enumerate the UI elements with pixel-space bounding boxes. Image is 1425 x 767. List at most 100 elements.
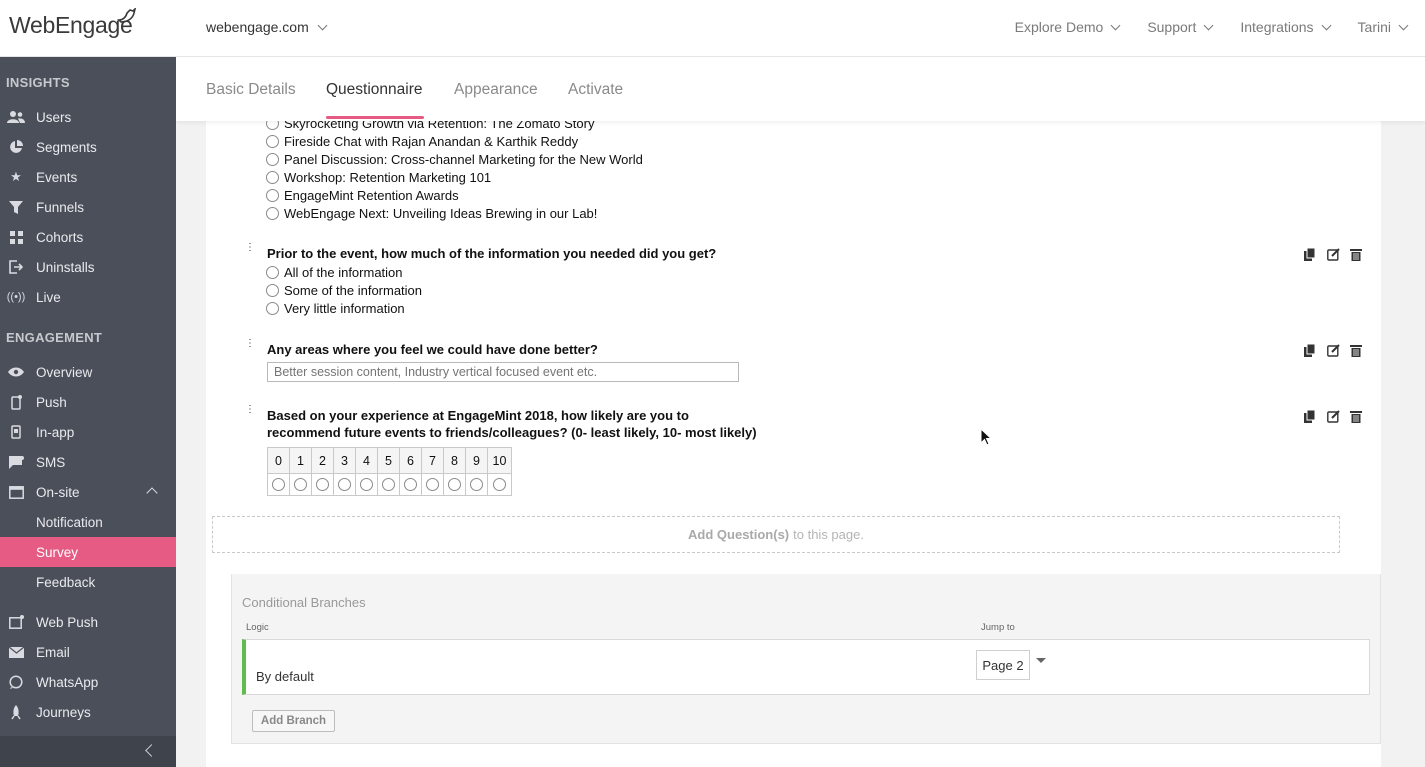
drag-handle-icon[interactable]: ⋮ xyxy=(245,339,255,355)
sidebar-item-journeys[interactable]: Journeys xyxy=(0,697,176,727)
sidebar-item-label: Notification xyxy=(36,514,103,530)
copy-icon[interactable] xyxy=(1303,409,1317,423)
radio-button[interactable] xyxy=(266,301,279,315)
insights-section-title: INSIGHTS xyxy=(6,75,70,90)
option-label: Very little information xyxy=(284,300,405,316)
sidebar-item-whatsapp[interactable]: WhatsApp xyxy=(0,667,176,697)
sidebar-item-overview[interactable]: Overview xyxy=(0,357,176,387)
sidebar-item-label: Funnels xyxy=(36,199,85,215)
sidebar-item-in-app[interactable]: In-app xyxy=(0,417,176,447)
chevron-down-icon xyxy=(317,20,328,30)
user-menu[interactable]: Tarini xyxy=(1358,19,1409,35)
radio-button[interactable] xyxy=(470,478,483,491)
star-icon: ★ xyxy=(10,169,22,184)
sidebar-item-on-site[interactable]: On-site xyxy=(0,477,176,507)
scale-label: 3 xyxy=(333,447,356,474)
drag-handle-icon[interactable]: ⋮ xyxy=(245,405,255,421)
sidebar-item-users[interactable]: Users xyxy=(0,102,176,132)
radio-button[interactable] xyxy=(404,478,417,491)
sidebar-item-email[interactable]: Email xyxy=(0,637,176,667)
tab-appearance[interactable]: Appearance xyxy=(454,81,538,99)
delete-icon[interactable] xyxy=(1349,343,1363,357)
sidebar-item-label: Web Push xyxy=(36,614,99,630)
question-title-line1: Based on your experience at EngageMint 2… xyxy=(267,408,689,423)
sidebar-item-survey[interactable]: Survey xyxy=(0,537,176,567)
question-4: Based on your experience at EngageMint 2… xyxy=(267,407,867,447)
radio-button[interactable] xyxy=(338,478,351,491)
sidebar-item-push[interactable]: Push xyxy=(0,387,176,417)
option-label: Some of the information xyxy=(284,282,423,298)
option[interactable]: Workshop: Retention Marketing 101 xyxy=(266,168,491,186)
sidebar-item-label: Push xyxy=(36,394,67,410)
delete-icon[interactable] xyxy=(1349,409,1363,423)
sidebar-item-feedback[interactable]: Feedback xyxy=(0,567,176,597)
question-3-actions xyxy=(1303,343,1363,357)
edit-icon[interactable] xyxy=(1326,343,1340,357)
nav-label: Explore Demo xyxy=(1014,19,1104,35)
caret-down-icon[interactable] xyxy=(1036,658,1046,663)
tab-activate[interactable]: Activate xyxy=(568,81,623,99)
sidebar-item-label: On-site xyxy=(36,484,80,500)
radio-button[interactable] xyxy=(316,478,329,491)
sidebar-item-label: Cohorts xyxy=(36,229,84,245)
jump-to-page-select[interactable]: Page 2 xyxy=(976,650,1030,680)
copy-icon[interactable] xyxy=(1303,247,1317,261)
account-name: webengage.com xyxy=(206,19,309,35)
sidebar-item-web-push[interactable]: Web Push xyxy=(0,607,176,637)
radio-button[interactable] xyxy=(266,265,279,279)
copy-icon[interactable] xyxy=(1303,343,1317,357)
answer-text-input[interactable] xyxy=(267,362,739,382)
scale-label: 10 xyxy=(487,447,512,474)
sidebar-footer xyxy=(0,736,176,767)
sidebar-item-notification[interactable]: Notification xyxy=(0,507,176,537)
collapse-sidebar-icon[interactable] xyxy=(145,744,158,757)
edit-icon[interactable] xyxy=(1326,409,1340,423)
option[interactable]: Fireside Chat with Rajan Anandan & Karth… xyxy=(266,132,578,150)
option[interactable]: Very little information xyxy=(266,299,405,317)
radio-button[interactable] xyxy=(266,152,279,166)
option[interactable]: WebEngage Next: Unveiling Ideas Brewing … xyxy=(266,204,597,222)
webengage-logo[interactable]: WebEngage xyxy=(9,8,137,39)
option[interactable]: All of the information xyxy=(266,263,403,281)
explore-demo-menu[interactable]: Explore Demo xyxy=(1014,19,1121,35)
sidebar-item-segments[interactable]: Segments xyxy=(0,132,176,162)
integrations-menu[interactable]: Integrations xyxy=(1240,19,1331,35)
option[interactable]: Some of the information xyxy=(266,281,422,299)
delete-icon[interactable] xyxy=(1349,247,1363,261)
add-question-dropzone[interactable]: Add Question(s) to this page. xyxy=(212,516,1340,553)
radio-button[interactable] xyxy=(266,283,279,297)
sidebar-item-live[interactable]: ((•)) Live xyxy=(0,282,176,312)
radio-button[interactable] xyxy=(493,478,506,491)
edit-icon[interactable] xyxy=(1326,247,1340,261)
option[interactable]: Panel Discussion: Cross-channel Marketin… xyxy=(266,150,643,168)
radio-button[interactable] xyxy=(360,478,373,491)
radio-button[interactable] xyxy=(294,478,307,491)
support-menu[interactable]: Support xyxy=(1147,19,1214,35)
option[interactable]: EngageMint Retention Awards xyxy=(266,186,459,204)
chevron-up-icon[interactable] xyxy=(146,487,158,499)
nav-label: Support xyxy=(1147,19,1197,35)
radio-button[interactable] xyxy=(266,170,279,184)
survey-tabs: Basic Details Questionnaire Appearance A… xyxy=(176,57,1425,121)
radio-button[interactable] xyxy=(266,206,279,220)
add-branch-button[interactable]: Add Branch xyxy=(252,710,335,732)
radio-button[interactable] xyxy=(426,478,439,491)
sidebar: INSIGHTS Users Segments ★ Events Funnels… xyxy=(0,57,176,767)
add-question-link[interactable]: Add Question(s) xyxy=(688,527,789,542)
drag-handle-icon[interactable]: ⋮ xyxy=(245,243,255,259)
sidebar-item-events[interactable]: ★ Events xyxy=(0,162,176,192)
sidebar-item-sms[interactable]: SMS xyxy=(0,447,176,477)
radio-button[interactable] xyxy=(382,478,395,491)
radio-button[interactable] xyxy=(266,188,279,202)
account-switcher[interactable]: webengage.com xyxy=(206,19,328,35)
radio-button[interactable] xyxy=(266,134,279,148)
sidebar-item-cohorts[interactable]: Cohorts xyxy=(0,222,176,252)
sidebar-item-label: Live xyxy=(36,289,61,305)
sidebar-item-uninstalls[interactable]: Uninstalls xyxy=(0,252,176,282)
tab-basic-details[interactable]: Basic Details xyxy=(206,81,296,99)
sidebar-item-funnels[interactable]: Funnels xyxy=(0,192,176,222)
scale-label: 1 xyxy=(289,447,312,474)
radio-button[interactable] xyxy=(272,478,285,491)
tab-questionnaire[interactable]: Questionnaire xyxy=(326,81,423,99)
radio-button[interactable] xyxy=(448,478,461,491)
